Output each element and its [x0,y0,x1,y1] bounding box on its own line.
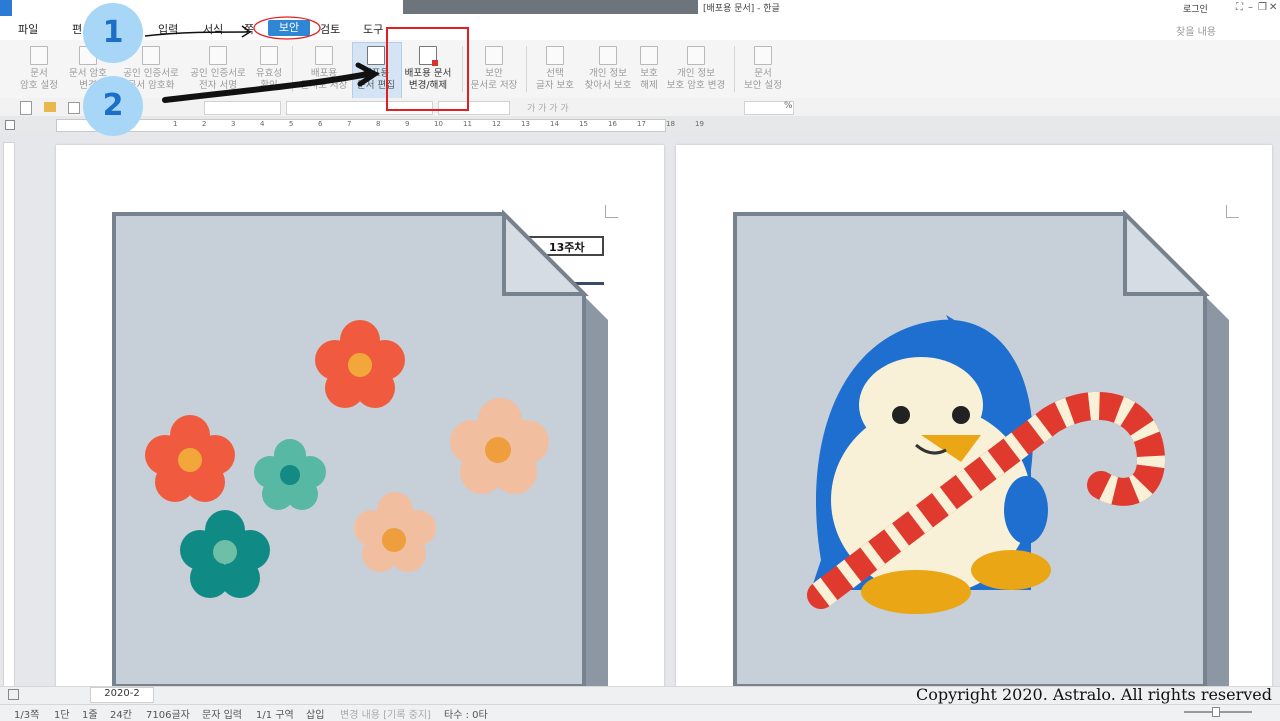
ribbon-separator [526,46,527,92]
vertical-ruler[interactable] [3,142,15,689]
status-typing: 타수 : 0타 [444,710,488,721]
btn-label-line1: 문서 [754,68,772,79]
ruler-tick: 3 [231,120,236,128]
login-link[interactable]: 로그인 [1183,2,1208,15]
btn-label-line1: 문서 [30,68,48,79]
btn-label-line1: 보호 [640,68,658,79]
btn-label-line1: 개인 정보 [677,68,715,79]
private-password-icon [687,46,705,65]
status-insert[interactable]: 삽입 [306,706,324,721]
ruler-tick: 16 [608,120,617,128]
find-private-icon [599,46,617,65]
format-buttons[interactable]: 가 가 가 가 [527,101,569,114]
status-column: 1단 [54,710,70,721]
status-char: 24칸 [110,710,132,721]
ruler-tick: 1 [173,120,178,128]
annotation-arrows [144,16,380,103]
ruler-tick: 2 [202,120,207,128]
ruler-tick: 12 [492,120,501,128]
ruler-tick: 11 [463,120,472,128]
ruler-tick: 10 [434,120,443,128]
btn-label-line2: 해제 [640,80,658,91]
btn-protect-chars[interactable]: 선택 글자 보호 [532,46,578,92]
status-page[interactable]: 1/3쪽 [14,706,39,721]
tab-document[interactable]: 2020-2 [90,687,154,703]
ruler-tick: 19 [695,120,704,128]
btn-label-line1: 개인 정보 [589,68,627,79]
close-icon[interactable]: ✕ [1269,2,1277,13]
fullscreen-icon[interactable]: ⛶ [1236,2,1243,13]
btn-label-line2: 보호 암호 변경 [666,80,726,91]
btn-unprotect[interactable]: 보호 해제 [636,46,662,92]
menu-edit[interactable]: 편 [72,21,82,37]
ruler-tick: 4 [260,120,265,128]
zoom-slider-handle[interactable] [1212,707,1220,717]
hwp-app-icon[interactable] [0,0,12,16]
doc-flowers-illustration [112,210,608,708]
search-label[interactable]: 찾을 내용 [1176,23,1216,38]
btn-find-private-info[interactable]: 개인 정보 찾아서 보호 [582,46,634,92]
status-track-changes[interactable]: 변경 내용 [기록 중지] [340,706,431,721]
window-title: [배포용 문서] - 한글 [703,4,780,14]
ribbon-separator [734,46,735,92]
tab-list-icon[interactable] [8,689,19,700]
btn-label-line2: 보안 설정 [744,80,782,91]
new-doc-icon[interactable] [20,101,32,115]
menu-file[interactable]: 파일 [18,21,38,37]
lock-doc-icon [30,46,48,65]
status-mode: 문자 입력 [202,710,242,721]
btn-label-line2: 찾아서 보호 [584,80,632,91]
ruler-tick: 5 [289,120,294,128]
ruler-tick: 15 [579,120,588,128]
protect-chars-icon [546,46,564,65]
status-section: 1/1 구역 [256,710,294,721]
ruler-tick: 13 [521,120,530,128]
doc-penguin-illustration [733,210,1229,708]
status-line: 1줄 [82,710,98,721]
btn-label-line2: 글자 보호 [536,80,574,91]
ruler-tick: 6 [318,120,323,128]
status-bar [0,704,1280,721]
btn-label-line1: 선택 [546,68,564,79]
open-folder-icon[interactable] [44,102,56,112]
btn-private-password[interactable]: 개인 정보 보호 암호 변경 [664,46,728,92]
ruler-tick: 7 [347,120,352,128]
ruler-tick: 9 [405,120,410,128]
ruler-tick: 14 [550,120,559,128]
status-chars-total: 7106글자 [146,710,190,721]
penguin-flipper [1004,476,1048,544]
btn-doc-password[interactable]: 문서 암호 설정 [16,46,62,92]
security-settings-icon [754,46,772,65]
btn-security-settings[interactable]: 문서 보안 설정 [740,46,786,92]
zoom-unit: % [784,101,793,111]
horizontal-ruler[interactable]: 1 2 3 4 5 6 7 8 9 10 11 12 13 14 15 16 17 18 19 [56,119,704,132]
ruler-corner-icon[interactable] [5,120,15,130]
restore-icon[interactable]: ❐ [1258,2,1267,13]
btn-label-line2: 암호 설정 [20,80,58,91]
ruler-tick: 8 [376,120,381,128]
unprotect-icon [640,46,658,65]
minimize-icon[interactable]: – [1248,2,1253,13]
ruler-tick: 17 [637,120,646,128]
copyright-text: Copyright 2020. Astralo. All rights rese… [916,685,1273,704]
save-icon[interactable] [68,102,80,114]
ruler-tick: 18 [666,120,675,128]
